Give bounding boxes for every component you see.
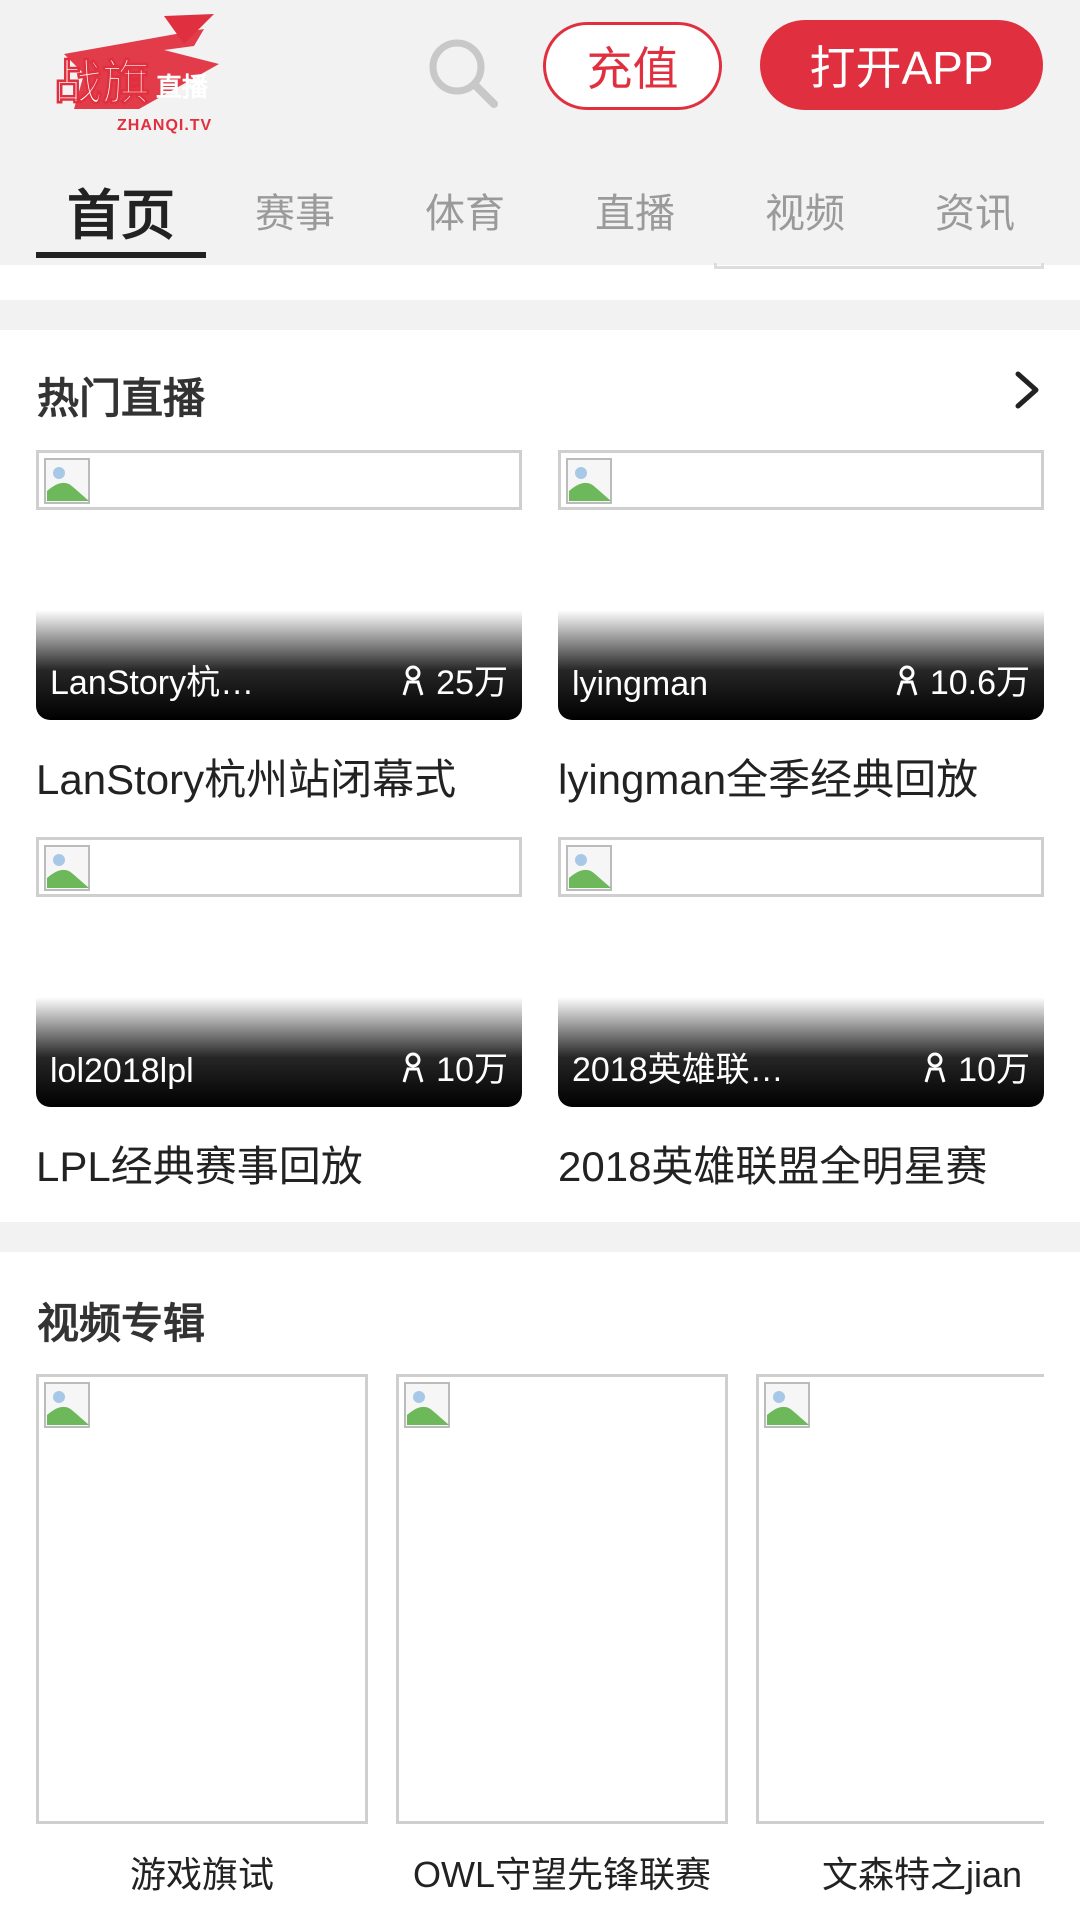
svg-text:直播: 直播 [156, 73, 209, 103]
tab-live[interactable]: 直播 [570, 160, 700, 260]
recharge-button[interactable]: 充值 [543, 22, 722, 110]
logo-subtext: ZHANQI.TV [117, 117, 213, 134]
thumbnail-overlay: 2018英雄联… 10万 [558, 997, 1044, 1107]
thumbnail-overlay: LanStory杭… 25万 [36, 610, 522, 720]
thumbnail-overlay: lol2018lpl 10万 [36, 997, 522, 1107]
broken-image-icon [44, 1382, 90, 1428]
viewer-count-value: 10万 [436, 1051, 508, 1089]
album-label[interactable]: 游戏旗试 [36, 1846, 368, 1898]
broken-image-icon [566, 458, 612, 504]
content-top-strip [0, 265, 1080, 300]
album-thumbnail[interactable] [396, 1374, 728, 1824]
top-header: 战旗 直播 ZHANQI.TV 充值 打开APP 首页 赛事 体育 直播 视频 … [0, 0, 1080, 265]
live-thumbnail[interactable]: lol2018lpl 10万 [36, 837, 522, 1107]
viewer-count: 10万 [400, 1042, 508, 1091]
album-card[interactable]: 文森特之jian [756, 1374, 1044, 1898]
person-icon [402, 665, 424, 695]
live-thumbnail[interactable]: 2018英雄联… 10万 [558, 837, 1044, 1107]
hot-live-more-button[interactable] [1012, 368, 1042, 412]
active-tab-indicator [36, 252, 206, 258]
broken-image-icon [44, 845, 90, 891]
live-card[interactable]: LanStory杭… 25万 LanStory杭州站闭幕式 [36, 450, 522, 807]
thumbnail-image [36, 450, 522, 510]
album-thumbnail[interactable] [756, 1374, 1044, 1824]
person-icon [924, 1052, 946, 1082]
tab-sports[interactable]: 体育 [400, 160, 530, 260]
section-divider [0, 1222, 1080, 1252]
tab-news[interactable]: 资讯 [910, 160, 1040, 260]
tab-events[interactable]: 赛事 [230, 160, 360, 260]
live-title[interactable]: 2018英雄联盟全明星赛 [558, 1133, 1044, 1194]
chevron-right-icon [1015, 371, 1039, 409]
live-card[interactable]: lol2018lpl 10万 LPL经典赛事回放 [36, 837, 522, 1194]
streamer-name: lol2018lpl [50, 1052, 194, 1090]
hot-live-title: 热门直播 [37, 375, 206, 422]
album-label[interactable]: 文森特之jian [756, 1846, 1044, 1898]
video-albums-title: 视频专辑 [37, 1300, 206, 1347]
section-divider [0, 300, 1080, 330]
live-card[interactable]: 2018英雄联… 10万 2018英雄联盟全明星赛 [558, 837, 1044, 1194]
viewer-count-value: 25万 [436, 664, 508, 702]
live-thumbnail[interactable]: LanStory杭… 25万 [36, 450, 522, 720]
search-icon [429, 39, 498, 108]
live-title[interactable]: LPL经典赛事回放 [36, 1133, 522, 1194]
tab-video[interactable]: 视频 [740, 160, 870, 260]
thumbnail-image [36, 837, 522, 897]
live-title[interactable]: LanStory杭州站闭幕式 [36, 746, 522, 807]
thumbnail-image [558, 450, 1044, 510]
streamer-name: 2018英雄联… [572, 1051, 784, 1089]
album-card[interactable]: 游戏旗试 [36, 1374, 368, 1898]
album-card[interactable]: OWL守望先锋联赛 [396, 1374, 728, 1898]
viewer-count: 25万 [400, 655, 508, 704]
open-app-button[interactable]: 打开APP [760, 20, 1043, 110]
logo-graphic: 战旗 直播 [54, 14, 219, 112]
streamer-name: lyingman [572, 665, 709, 703]
search-button[interactable] [424, 34, 500, 110]
thumbnail-overlay: lyingman 10.6万 [558, 610, 1044, 720]
live-thumbnail[interactable]: lyingman 10.6万 [558, 450, 1044, 720]
viewer-count-value: 10万 [958, 1051, 1030, 1089]
broken-image-icon [566, 845, 612, 891]
broken-image-icon [404, 1382, 450, 1428]
nav-tabs: 首页 赛事 体育 直播 视频 资讯 [0, 160, 1080, 265]
partial-card-edge [714, 263, 1044, 269]
thumbnail-image [558, 837, 1044, 897]
streamer-name: LanStory杭… [50, 664, 255, 702]
zhanqi-logo[interactable]: 战旗 直播 ZHANQI.TV [44, 14, 244, 134]
person-icon [896, 665, 918, 695]
broken-image-icon [44, 458, 90, 504]
live-card[interactable]: lyingman 10.6万 lyingman全季经典回放 [558, 450, 1044, 807]
album-thumbnail[interactable] [36, 1374, 368, 1824]
album-label[interactable]: OWL守望先锋联赛 [396, 1846, 728, 1898]
svg-text:战旗: 战旗 [54, 55, 150, 111]
live-title[interactable]: lyingman全季经典回放 [558, 746, 1044, 807]
tab-home[interactable]: 首页 [36, 160, 206, 260]
viewer-count: 10.6万 [894, 655, 1030, 704]
broken-image-icon [764, 1382, 810, 1428]
viewer-count: 10万 [922, 1042, 1030, 1091]
person-icon [402, 1052, 424, 1082]
viewer-count-value: 10.6万 [929, 664, 1030, 702]
